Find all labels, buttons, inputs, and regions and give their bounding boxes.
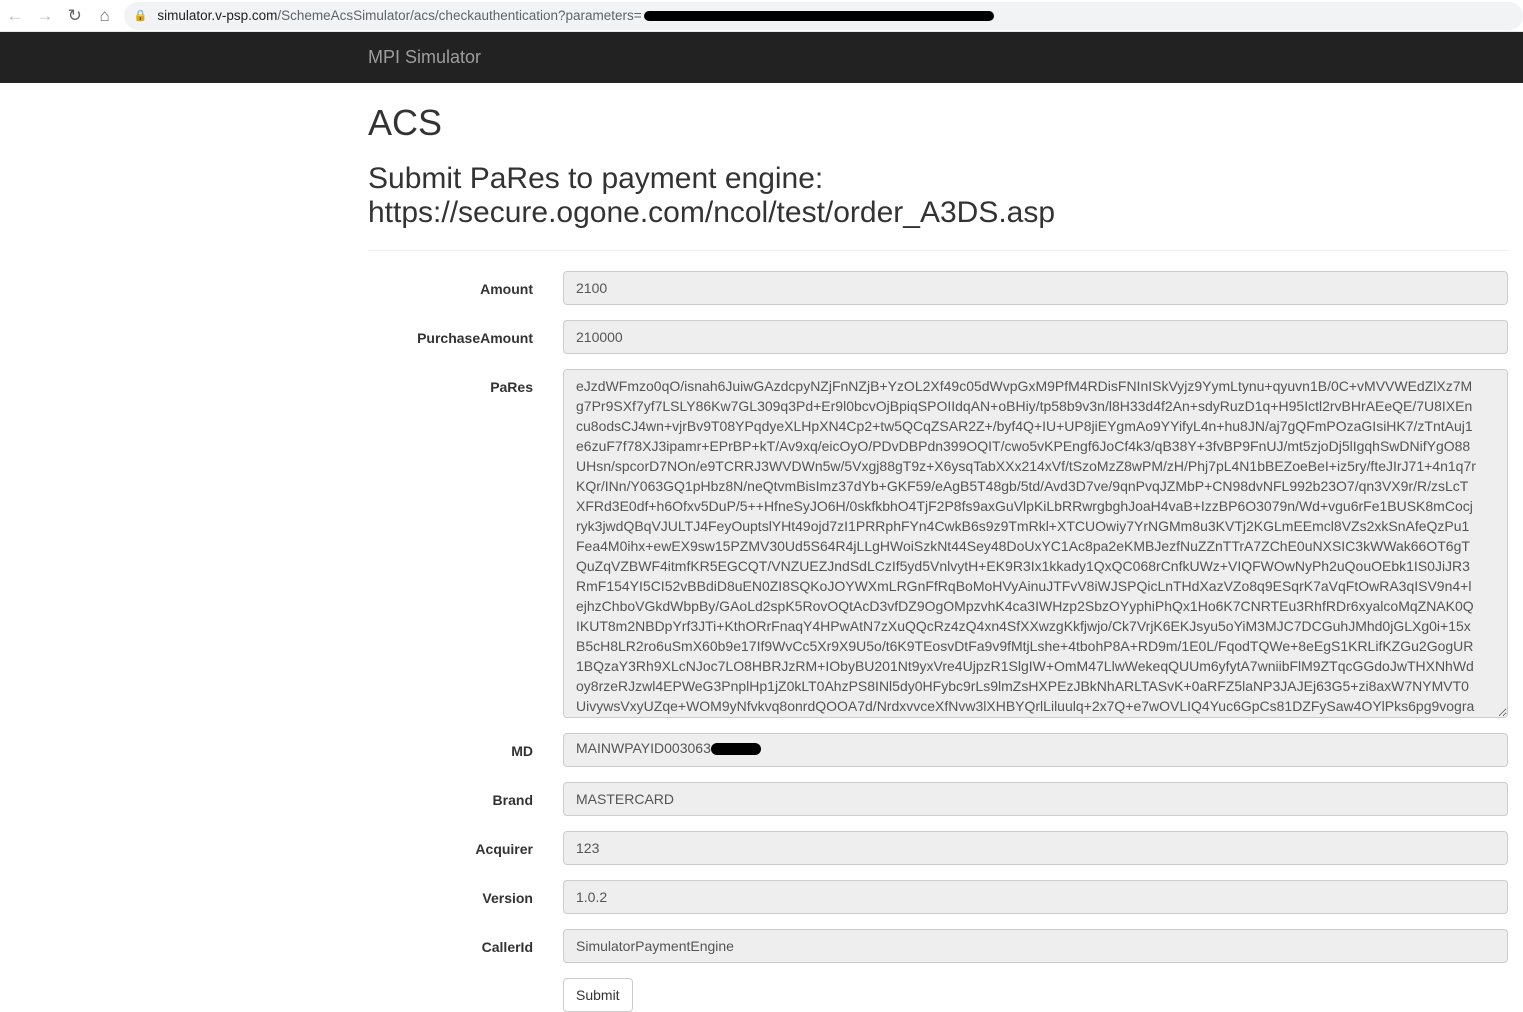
pares-textarea[interactable]: eJzdWFmzo0qO/isnah6JuiwGAzdcpyNZjFnNZjB+… [563,369,1508,718]
md-field[interactable]: MAINWPAYID003063 [563,733,1508,767]
purchase-amount-label: PurchaseAmount [417,330,533,346]
purchase-amount-row: PurchaseAmount [368,320,1508,354]
acquirer-label: Acquirer [475,841,533,857]
navbar-brand[interactable]: MPI Simulator [368,47,481,68]
reload-icon[interactable]: ↻ [60,6,90,26]
md-row: MD MAINWPAYID003063 [368,733,1508,767]
back-icon[interactable]: ← [0,6,30,26]
navbar: MPI Simulator [0,32,1523,83]
amount-label: Amount [480,281,533,297]
home-icon[interactable]: ⌂ [90,6,120,26]
engine-url: https://secure.ogone.com/ncol/test/order… [368,196,1056,229]
acquirer-row: Acquirer [368,831,1508,865]
caller-id-field[interactable] [563,929,1508,963]
redaction-mark [643,10,994,21]
version-field[interactable] [563,880,1508,914]
md-label: MD [511,743,533,759]
acquirer-field[interactable] [563,831,1508,865]
pares-row: PaRes eJzdWFmzo0qO/isnah6JuiwGAzdcpyNZjF… [368,369,1508,718]
caller-id-row: CallerId [368,929,1508,963]
version-label: Version [482,890,533,906]
redaction-mark [710,743,761,756]
page-title: ACS [368,102,443,143]
url-host: simulator.v-psp.com [157,8,278,23]
brand-field[interactable] [563,782,1508,816]
amount-row: Amount [368,271,1508,305]
brand-row: Brand [368,782,1508,816]
lock-icon: 🔒 [133,10,148,22]
url-path: /SchemeAcsSimulator/acs/checkauthenticat… [277,8,642,23]
submit-button[interactable]: Submit [563,978,633,1012]
subtitle-text: Submit PaRes to payment engine: [368,162,824,195]
divider [368,250,1508,251]
md-value: MAINWPAYID003063 [576,740,711,756]
purchase-amount-field[interactable] [563,320,1508,354]
version-row: Version [368,880,1508,914]
page-subtitle: Submit PaRes to payment engine: https://s… [368,162,1508,230]
brand-label: Brand [492,792,533,808]
forward-icon[interactable]: → [30,6,60,26]
address-bar[interactable]: 🔒 simulator.v-psp.com/SchemeAcsSimulator… [123,1,1523,30]
caller-id-label: CallerId [481,939,533,955]
amount-field[interactable] [563,271,1508,305]
main-content: ACS Submit PaRes to payment engine: https… [368,84,1508,1012]
browser-toolbar: ← → ↻ ⌂ 🔒 simulator.v-psp.com/SchemeAcsS… [0,0,1523,32]
pares-label: PaRes [490,379,533,395]
